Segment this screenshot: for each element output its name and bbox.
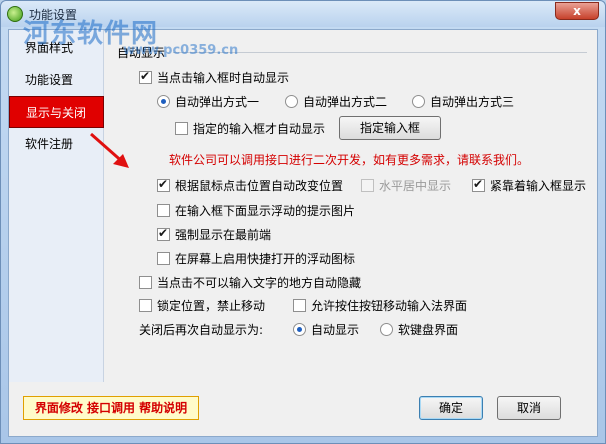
mouse-position-checkbox[interactable]: [157, 177, 170, 192]
allow-drag-option[interactable]: 允许按住按钮移动输入法界面: [293, 296, 467, 314]
popup-mode-3-radio[interactable]: [412, 94, 425, 108]
float-icon-option[interactable]: 在屏幕上启用快捷打开的浮动图标: [157, 249, 355, 267]
auto-show-on-focus-option[interactable]: 当点击输入框时自动显示: [139, 68, 289, 86]
sidebar: 界面样式 功能设置 显示与关闭 软件注册: [9, 30, 104, 382]
popup-mode-2-radio[interactable]: [285, 94, 298, 108]
stick-to-input-checkbox[interactable]: [472, 177, 485, 192]
force-topmost-option[interactable]: 强制显示在最前端: [157, 225, 271, 243]
reopen-soft-keyboard-option[interactable]: 软键盘界面: [380, 320, 458, 338]
stick-to-input-label: 紧靠着输入框显示: [490, 178, 587, 193]
only-specified-label: 指定的输入框才自动显示: [193, 121, 326, 136]
popup-mode-3-label: 自动弹出方式三: [430, 94, 515, 109]
horizontal-center-checkbox[interactable]: [361, 178, 374, 192]
reopen-auto-show-option[interactable]: 自动显示: [293, 320, 359, 338]
auto-hide-option[interactable]: 当点击不可以输入文字的地方自动隐藏: [139, 273, 361, 291]
horizontal-center-option[interactable]: 水平居中显示: [361, 176, 451, 194]
settings-window: 功能设置 x 界面样式 功能设置 显示与关闭 软件注册 自动显示 当点击输入框时…: [0, 0, 606, 444]
reopen-soft-keyboard-radio[interactable]: [380, 322, 393, 336]
force-topmost-label: 强制显示在最前端: [175, 227, 272, 242]
cancel-button[interactable]: 取消: [497, 396, 561, 420]
force-topmost-checkbox[interactable]: [157, 226, 170, 241]
close-button[interactable]: x: [555, 2, 599, 20]
popup-mode-2-label: 自动弹出方式二: [303, 94, 388, 109]
reopen-auto-show-radio[interactable]: [293, 322, 306, 336]
sidebar-item-function-settings[interactable]: 功能设置: [9, 64, 104, 96]
only-specified-option[interactable]: 指定的输入框才自动显示: [175, 119, 325, 137]
developer-note: 软件公司可以调用接口进行二次开发，如有更多需求，请联系我们。: [169, 153, 530, 167]
float-icon-checkbox[interactable]: [157, 251, 170, 265]
mouse-position-label: 根据鼠标点击位置自动改变位置: [175, 178, 344, 193]
reopen-auto-show-label: 自动显示: [311, 322, 360, 337]
allow-drag-label: 允许按住按钮移动输入法界面: [311, 298, 468, 313]
lock-position-checkbox[interactable]: [139, 298, 152, 312]
auto-hide-label: 当点击不可以输入文字的地方自动隐藏: [157, 275, 362, 290]
show-float-tip-label: 在输入框下面显示浮动的提示图片: [175, 203, 356, 218]
stick-to-input-option[interactable]: 紧靠着输入框显示: [472, 176, 586, 194]
mouse-position-option[interactable]: 根据鼠标点击位置自动改变位置: [157, 176, 343, 194]
popup-mode-1-label: 自动弹出方式一: [175, 94, 260, 109]
popup-mode-1-radio[interactable]: [157, 94, 170, 108]
float-icon-label: 在屏幕上启用快捷打开的浮动图标: [175, 251, 356, 266]
footer-bar: 界面修改 接口调用 帮助说明 确定 取消: [9, 382, 597, 436]
popup-mode-3-option[interactable]: 自动弹出方式三: [412, 92, 514, 110]
auto-show-on-focus-checkbox[interactable]: [139, 69, 152, 84]
help-links[interactable]: 界面修改 接口调用 帮助说明: [23, 396, 199, 420]
pointer-arrow-icon: [90, 132, 129, 168]
only-specified-checkbox[interactable]: [175, 121, 188, 135]
lock-position-label: 锁定位置，禁止移动: [157, 298, 266, 313]
client-area: 界面样式 功能设置 显示与关闭 软件注册 自动显示 当点击输入框时自动显示 自动…: [8, 29, 598, 437]
ok-button[interactable]: 确定: [419, 396, 483, 420]
auto-hide-checkbox[interactable]: [139, 275, 152, 289]
show-float-tip-checkbox[interactable]: [157, 203, 170, 217]
reopen-soft-keyboard-label: 软键盘界面: [398, 322, 459, 337]
popup-mode-1-option[interactable]: 自动弹出方式一: [157, 92, 259, 110]
site-watermark-url: www.pc0359.cn: [123, 43, 239, 58]
sidebar-item-display-close[interactable]: 显示与关闭: [9, 96, 104, 128]
auto-show-on-focus-label: 当点击输入框时自动显示: [157, 70, 290, 85]
app-logo-icon: [7, 6, 23, 22]
lock-position-option[interactable]: 锁定位置，禁止移动: [139, 296, 265, 314]
specify-input-button[interactable]: 指定输入框: [339, 116, 441, 140]
show-float-tip-option[interactable]: 在输入框下面显示浮动的提示图片: [157, 201, 355, 219]
allow-drag-checkbox[interactable]: [293, 298, 306, 312]
reopen-label: 关闭后再次自动显示为:: [139, 322, 264, 337]
popup-mode-2-option[interactable]: 自动弹出方式二: [285, 92, 387, 110]
reopen-row: 关闭后再次自动显示为:: [139, 320, 263, 338]
settings-panel: 自动显示 当点击输入框时自动显示 自动弹出方式一 自动弹出方式二 自动弹出方式三…: [105, 30, 597, 382]
horizontal-center-label: 水平居中显示: [379, 178, 452, 193]
